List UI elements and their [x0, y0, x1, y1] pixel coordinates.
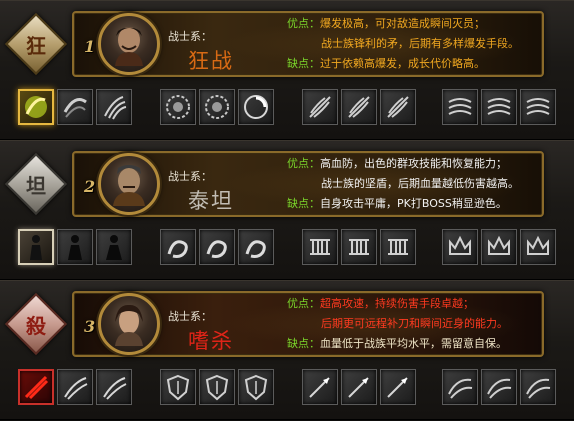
warrior-portrait-icon[interactable]: [98, 13, 160, 75]
class-description: 优点：爆发极高，可对敌造成瞬间灭员； 战士族锋利的矛，后期有多样爆发手段。 缺点…: [287, 14, 547, 74]
dragon-icon[interactable]: [160, 229, 196, 265]
wind-blade-icon[interactable]: [442, 369, 478, 405]
blood-slash-icon[interactable]: [18, 369, 54, 405]
class-description: 优点：超高攻速，持续伤害手段卓越； 后期更可远程补刀和瞬间近身的能力。 缺点：血…: [287, 294, 547, 354]
pros-line-2: 后期更可远程补刀和瞬间近身的能力。: [321, 317, 508, 330]
pros-key: 优点：: [287, 297, 320, 310]
cons-key: 缺点：: [287, 197, 320, 210]
class-label: 战士系：: [168, 170, 212, 183]
spin-seal-icon[interactable]: [238, 89, 274, 125]
dragon-icon[interactable]: [238, 229, 274, 265]
class-name: 狂战: [188, 49, 234, 73]
blade-storm-icon[interactable]: [96, 369, 132, 405]
class-card-assassin[interactable]: 殺 3 战士系： 嗜杀 优点：超高攻速，持续伤害手段卓越； 后期更可远程补刀和瞬…: [0, 280, 574, 420]
pros-line-2: 战士族锋利的矛，后期有多样爆发手段。: [321, 37, 519, 50]
shield-icon[interactable]: [238, 369, 274, 405]
class-card-berserker[interactable]: 狂 1 战士系： 狂战 优点：爆发极高，可对敌造成瞬间灭员； 战士族锋利的矛，后…: [0, 0, 574, 140]
claw-icon[interactable]: [96, 89, 132, 125]
assassin-portrait-icon[interactable]: [98, 293, 160, 355]
cons-key: 缺点：: [287, 57, 320, 70]
class-label: 战士系：: [168, 30, 212, 43]
figure-icon[interactable]: [18, 229, 54, 265]
cons-line: 过于依赖高爆发，成长代价略高。: [320, 57, 485, 70]
feather-blade-icon[interactable]: [302, 89, 338, 125]
skill-row: [0, 369, 574, 409]
figure-icon[interactable]: [96, 229, 132, 265]
figure-icon[interactable]: [57, 229, 93, 265]
crown-icon[interactable]: [481, 229, 517, 265]
cons-line: 血量低于战族平均水平，需留意自保。: [320, 337, 507, 350]
dragon-icon[interactable]: [199, 229, 235, 265]
whirl-slash-icon[interactable]: [57, 89, 93, 125]
wind-blade-icon[interactable]: [481, 369, 517, 405]
class-description: 优点：高血防，出色的群攻技能和恢复能力； 战士族的坚盾，后期血量越低伤害越高。 …: [287, 154, 547, 214]
wind-roll-icon[interactable]: [520, 89, 556, 125]
spear-icon[interactable]: [380, 369, 416, 405]
gear-seal-icon[interactable]: [199, 89, 235, 125]
wind-roll-icon[interactable]: [481, 89, 517, 125]
pillar-icon[interactable]: [380, 229, 416, 265]
titan-portrait-icon[interactable]: [98, 153, 160, 215]
skill-row: [0, 89, 574, 129]
pros-line-1: 高血防，出色的群攻技能和恢复能力；: [320, 157, 507, 170]
crown-icon[interactable]: [442, 229, 478, 265]
spear-icon[interactable]: [341, 369, 377, 405]
feather-blade-icon[interactable]: [341, 89, 377, 125]
pros-key: 优点：: [287, 17, 320, 30]
class-rank: 1: [84, 37, 96, 56]
pros-line-1: 超高攻速，持续伤害手段卓越；: [320, 297, 474, 310]
class-rank: 2: [84, 177, 96, 196]
feather-blade-icon[interactable]: [380, 89, 416, 125]
shield-icon[interactable]: [160, 369, 196, 405]
cons-line: 自身攻击平庸，PK打BOSS稍显逊色。: [320, 197, 507, 210]
wind-roll-icon[interactable]: [442, 89, 478, 125]
class-emblem-glyph: 狂: [26, 33, 46, 58]
class-emblem-glyph: 坦: [26, 173, 46, 198]
class-name: 泰坦: [188, 189, 234, 213]
skill-row: [0, 229, 574, 269]
gear-seal-icon[interactable]: [160, 89, 196, 125]
spear-icon[interactable]: [302, 369, 338, 405]
wind-blade-icon[interactable]: [520, 369, 556, 405]
shield-icon[interactable]: [199, 369, 235, 405]
pillar-icon[interactable]: [341, 229, 377, 265]
crown-icon[interactable]: [520, 229, 556, 265]
pros-line-1: 爆发极高，可对敌造成瞬间灭员；: [320, 17, 485, 30]
class-emblem-glyph: 殺: [26, 313, 46, 338]
class-card-titan[interactable]: 坦 2 战士系： 泰坦 优点：高血防，出色的群攻技能和恢复能力； 战士族的坚盾，…: [0, 140, 574, 280]
blade-storm-icon[interactable]: [57, 369, 93, 405]
flame-slash-icon[interactable]: [18, 89, 54, 125]
cons-key: 缺点：: [287, 337, 320, 350]
class-name: 嗜杀: [188, 329, 234, 353]
pros-line-2: 战士族的坚盾，后期血量越低伤害越高。: [321, 177, 519, 190]
class-label: 战士系：: [168, 310, 212, 323]
pillar-icon[interactable]: [302, 229, 338, 265]
class-rank: 3: [84, 317, 96, 336]
pros-key: 优点：: [287, 157, 320, 170]
